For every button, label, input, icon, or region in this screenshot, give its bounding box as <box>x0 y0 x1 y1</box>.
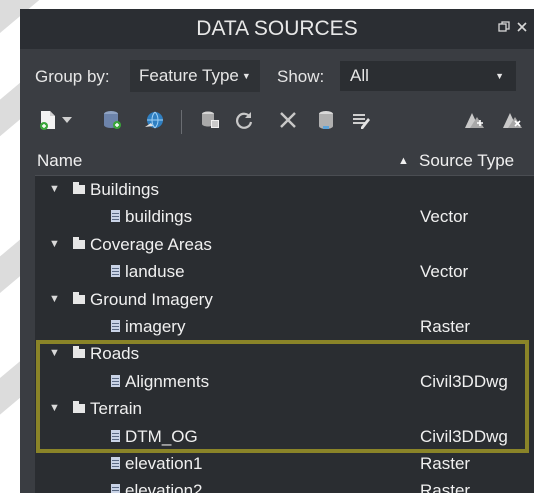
globe-connect-icon[interactable] <box>142 108 166 132</box>
folder-icon <box>73 182 85 194</box>
item-source-type: Civil3DDwg <box>420 427 508 446</box>
expand-collapse-icon[interactable]: ▼ <box>49 231 60 258</box>
item-label: elevation1 <box>125 454 203 473</box>
tree-item-row[interactable]: buildings Vector <box>35 203 534 230</box>
database-icon[interactable] <box>314 108 338 132</box>
group-by-label: Group by: <box>35 67 110 86</box>
expand-collapse-icon[interactable]: ▼ <box>49 286 60 313</box>
item-label: landuse <box>125 262 185 281</box>
tree-item-row[interactable]: landuse Vector <box>35 258 534 285</box>
tree-group-row[interactable]: ▼ Ground Imagery <box>35 286 534 313</box>
data-layer-icon <box>111 457 120 469</box>
column-header-name[interactable]: Name <box>37 147 82 175</box>
toolbar <box>20 104 534 138</box>
tree-group-row[interactable]: ▼ Coverage Areas <box>35 231 534 258</box>
group-by-dropdown[interactable]: Feature Type ▼ <box>130 60 260 92</box>
show-label: Show: <box>277 67 325 86</box>
show-dropdown[interactable]: All ▼ <box>340 61 516 91</box>
show-value: All <box>350 66 369 85</box>
data-layer-icon <box>111 210 120 222</box>
tree-item-row[interactable]: elevation1 Raster <box>35 450 534 477</box>
tree-group-row[interactable]: ▼ Roads <box>35 340 534 367</box>
item-label: Alignments <box>125 372 210 391</box>
folder-icon <box>73 401 85 413</box>
restore-window-icon[interactable] <box>498 9 510 49</box>
data-layer-icon <box>111 430 120 442</box>
folder-icon <box>73 292 85 304</box>
chevron-down-icon: ▼ <box>241 71 251 81</box>
expand-collapse-icon[interactable]: ▼ <box>49 395 60 422</box>
data-layer-icon <box>111 375 120 387</box>
close-icon[interactable] <box>516 9 528 49</box>
group-label: Coverage Areas <box>90 235 212 254</box>
tree-header: Name ▲ Source Type <box>35 147 534 176</box>
item-source-type: Civil3DDwg <box>420 372 508 391</box>
expand-collapse-icon[interactable]: ▼ <box>49 176 60 203</box>
folder-icon <box>73 346 85 358</box>
tree-item-row[interactable]: elevation2 Raster <box>35 477 534 493</box>
sort-ascending-icon: ▲ <box>398 155 409 167</box>
tree-item-row[interactable]: DTM_OG Civil3DDwg <box>35 423 534 450</box>
remove-icon[interactable] <box>276 108 300 132</box>
refresh-icon[interactable] <box>232 108 256 132</box>
group-label: Buildings <box>90 180 159 199</box>
remove-feature-icon[interactable] <box>500 108 524 132</box>
item-source-type: Raster <box>420 481 471 493</box>
item-label: imagery <box>125 317 186 336</box>
tree-item-row[interactable]: imagery Raster <box>35 313 534 340</box>
group-by-bar: Group by: Feature Type ▼ Show: All ▼ <box>20 59 534 95</box>
item-source-type: Vector <box>420 262 469 281</box>
item-label: buildings <box>125 207 193 226</box>
data-layer-icon <box>111 484 120 493</box>
add-database-icon[interactable] <box>100 108 124 132</box>
item-source-type: Vector <box>420 207 469 226</box>
item-source-type: Raster <box>420 454 471 473</box>
tree-item-row[interactable]: Alignments Civil3DDwg <box>35 368 534 395</box>
group-by-value: Feature Type <box>139 66 239 85</box>
chevron-down-icon: ▼ <box>495 71 504 81</box>
column-header-source-type[interactable]: Source Type <box>419 147 514 175</box>
toolbar-divider <box>181 110 182 134</box>
item-source-type: Raster <box>420 317 471 336</box>
panel-titlebar: DATA SOURCES <box>20 9 534 49</box>
item-label: elevation2 <box>125 481 203 493</box>
group-label: Terrain <box>90 399 142 418</box>
dropdown-arrow-icon[interactable] <box>60 108 74 132</box>
group-label: Roads <box>90 344 140 363</box>
item-label: DTM_OG <box>125 427 198 446</box>
tree-group-row[interactable]: ▼ Terrain <box>35 395 534 422</box>
edit-table-icon[interactable] <box>348 108 372 132</box>
tree-group-row[interactable]: ▼ Buildings <box>35 176 534 203</box>
folder-icon <box>73 237 85 249</box>
new-data-source-icon[interactable] <box>36 108 60 132</box>
data-layer-icon <box>111 320 120 332</box>
group-label: Ground Imagery <box>90 290 213 309</box>
database-query-icon[interactable] <box>198 108 222 132</box>
expand-collapse-icon[interactable]: ▼ <box>49 340 60 367</box>
add-feature-icon[interactable] <box>462 108 486 132</box>
title-controls <box>498 9 534 49</box>
panel-title: DATA SOURCES <box>196 17 358 40</box>
data-layer-icon <box>111 265 120 277</box>
data-sources-panel: DATA SOURCES Group by: Feature Type ▼ Sho… <box>20 9 534 493</box>
data-sources-tree[interactable]: Name ▲ Source Type ▼ Buildings buildings… <box>35 147 534 493</box>
